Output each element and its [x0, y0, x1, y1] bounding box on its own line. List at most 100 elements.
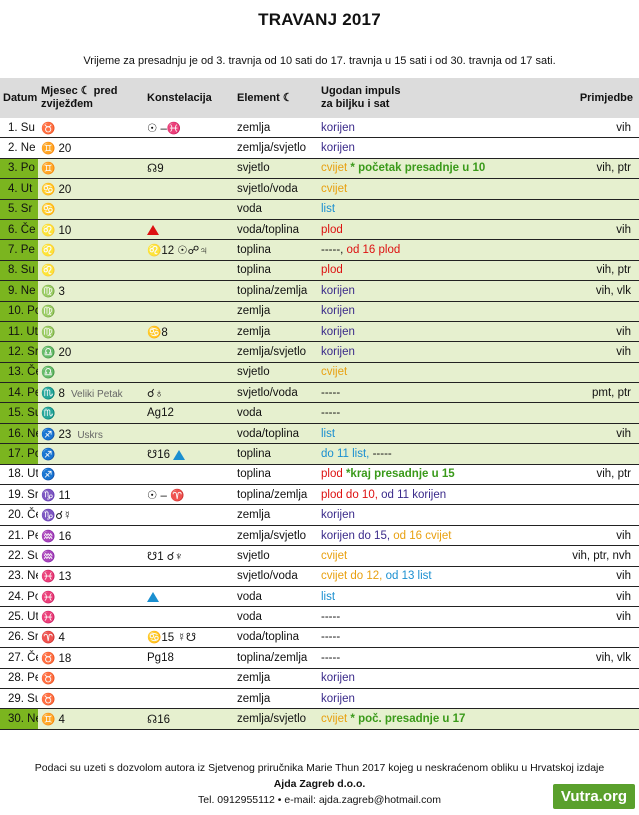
calendar-table: Datum Mjesec ☾ pred zviježđem Konstelacij…	[0, 78, 639, 730]
table-row: 14. Pe ♏ 8 Veliki Petak ☌♁ svjetlo/voda -----…	[0, 382, 639, 404]
zodiac-icon: ♐	[41, 469, 56, 482]
cell-primjedbe: vih	[518, 566, 639, 587]
cell-primjedbe: vih, ptr	[518, 464, 639, 486]
cell-primjedbe	[518, 484, 639, 506]
cell-impulse: korijen	[318, 301, 518, 322]
header-ugodan: Ugodan impuls za biljku i sat	[318, 78, 518, 118]
cell-element: zemlja/svjetlo	[234, 341, 318, 363]
red-triangle-icon	[147, 224, 159, 235]
cell-moon: ♐ 23 Uskrs	[38, 423, 144, 445]
konstelacija-text: ♋8	[147, 326, 168, 339]
header-element: Element ☾	[234, 78, 318, 118]
table-row: 17. Po ♐ ☋16 toplina do 11 list, -----	[0, 443, 639, 465]
cell-moon: ♐	[38, 443, 144, 465]
primjedbe-text: vih	[616, 325, 631, 338]
konstelacija-text: ☋1 ☌♆	[147, 550, 184, 563]
zodiac-icon: ♍	[41, 285, 56, 298]
cell-date: 3. Po	[0, 158, 38, 180]
cell-impulse: plod	[318, 219, 518, 241]
table-row: 30. Ne♊ 4☊16zemlja/svjetlocvijet * poč. …	[0, 708, 639, 730]
element-text: zemlja/svjetlo	[237, 713, 307, 726]
cell-date: 28. Pe	[0, 668, 38, 689]
impulse-text: list	[321, 590, 336, 603]
impulse-text: list	[321, 203, 336, 216]
cell-impulse: cvijet	[318, 178, 518, 200]
cell-impulse: cvijet * poč. presadnje u 17	[318, 708, 518, 730]
element-text: voda	[237, 611, 262, 624]
date-text: 8. Su	[8, 264, 35, 277]
date-text: 23. Ne	[8, 570, 38, 583]
cell-date: 7. Pe	[0, 239, 38, 261]
moon-time: 8	[58, 387, 65, 400]
cell-impulse: list	[318, 423, 518, 445]
cell-date: 2. Ne	[0, 137, 38, 159]
impulse-text: -----	[321, 651, 341, 664]
table-row: 7. Pe ♌ ♌12 ☉☍♃ toplina -----, od 16 plod	[0, 239, 639, 261]
impulse-text: korijen	[321, 284, 355, 297]
element-text: svjetlo/voda	[237, 570, 298, 583]
cell-element: zemlja	[234, 504, 318, 526]
cell-impulse: korijen	[318, 321, 518, 343]
impulse-text: korijen	[321, 325, 355, 338]
cell-konstelacija: ☋1 ☌♆	[144, 545, 234, 567]
date-text: 16. Ne	[8, 427, 38, 440]
moon-time: 4	[58, 632, 65, 645]
date-text: 27. Če	[8, 651, 38, 664]
blue-triangle-icon	[173, 449, 186, 460]
cell-primjedbe: vih, vlk	[518, 280, 639, 302]
cell-date: 6. Če	[0, 219, 38, 241]
cell-date: 1. Su	[0, 118, 38, 139]
cell-moon: ♍	[38, 301, 144, 322]
element-text: svjetlo/voda	[237, 386, 298, 399]
cell-primjedbe: vih	[518, 118, 639, 139]
zodiac-icon: ♈	[41, 632, 56, 645]
cell-primjedbe	[518, 199, 639, 220]
zodiac-icon: ♓	[41, 612, 56, 625]
moon-time: 3	[58, 285, 65, 298]
zodiac-icon: ♏	[41, 408, 56, 421]
cell-date: 17. Po	[0, 443, 38, 465]
moon-time: 4	[58, 714, 65, 727]
table-row: 23. Ne♓ 13 svjetlo/voda cvijet do 12, od 1…	[0, 566, 639, 587]
table-row: 6. Če ♌ 10 voda/toplina plod vih	[0, 219, 639, 241]
cell-impulse: list	[318, 586, 518, 608]
element-text: toplina	[237, 264, 271, 277]
cell-moon: ♏ 8 Veliki Petak	[38, 382, 144, 404]
cell-primjedbe: vih	[518, 525, 639, 547]
cell-date: 9. Ne	[0, 280, 38, 302]
primjedbe-text: vih, vlk	[595, 651, 631, 664]
cell-primjedbe: vih, vlk	[518, 647, 639, 669]
cell-primjedbe	[518, 301, 639, 322]
cell-impulse: korijen	[318, 280, 518, 302]
cell-date: 29. Su	[0, 688, 38, 710]
primjedbe-text: vih	[616, 529, 631, 542]
header-datum: Datum	[0, 78, 38, 118]
impulse-text: korijen	[321, 305, 355, 318]
cell-moon: ♍ 3	[38, 280, 144, 302]
cell-element: svjetlo	[234, 545, 318, 567]
primjedbe-text: vih	[616, 611, 631, 624]
cell-moon: ♓	[38, 586, 144, 608]
cell-impulse: -----, od 16 plod	[318, 239, 518, 261]
cell-moon: ♊	[38, 158, 144, 180]
primjedbe-text: vih, ptr	[596, 162, 631, 175]
impulse-text: -----	[321, 631, 341, 644]
impulse-text: cvijet	[321, 162, 348, 175]
konstelacija-text: ♋15 ☿☋	[147, 632, 197, 645]
header-mjesec-line1: Mjesec ☾ pred	[41, 85, 118, 97]
date-text: 10. Po	[8, 305, 38, 318]
element-text: zemlja	[237, 305, 271, 318]
primjedbe-text: vih	[616, 345, 631, 358]
date-text: 13. Če	[8, 366, 38, 379]
cell-primjedbe	[518, 402, 639, 424]
cell-element: zemlja	[234, 118, 318, 139]
element-text: zemlja	[237, 692, 271, 705]
header-mjesec-line2: zviježđem	[41, 98, 93, 110]
table-row: 3. Po ♊ ☊9 svjetlo cvijet * početak presadn…	[0, 158, 639, 180]
cell-primjedbe	[518, 708, 639, 730]
watermark-logo: Vutra.org	[552, 784, 635, 809]
element-text: zemlja/svjetlo	[237, 142, 307, 155]
table-row: 16. Ne♐ 23 Uskrs voda/toplina list vih	[0, 423, 639, 445]
cell-moon: ♊ 20	[38, 137, 144, 159]
cell-primjedbe: vih	[518, 341, 639, 363]
